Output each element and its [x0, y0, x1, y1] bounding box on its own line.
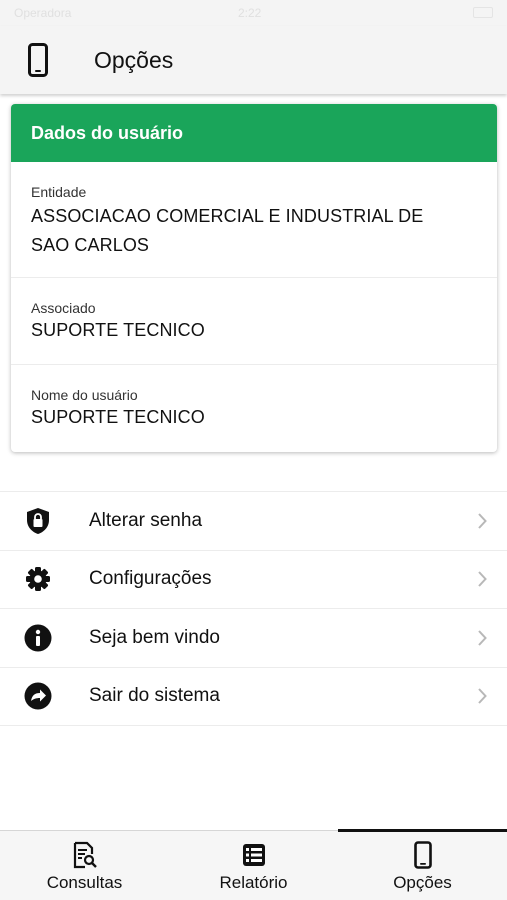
- field-label: Associado: [31, 300, 96, 316]
- field-value: SUPORTE TECNICO: [31, 320, 205, 340]
- tab-label: Consultas: [46, 873, 123, 892]
- field-value: ASSOCIACAO COMERCIAL E INDUSTRIAL DE SAO…: [31, 206, 424, 255]
- phone-icon: [413, 841, 432, 869]
- options-menu: Alterar senha Configurações Seja bem vin…: [0, 491, 507, 726]
- document-search-icon: [72, 841, 98, 869]
- menu-item-configuracoes[interactable]: Configurações: [0, 551, 507, 609]
- menu-item-label: Alterar senha: [89, 509, 203, 531]
- chevron-right-icon: [478, 571, 487, 587]
- user-data-card: Dados do usuário Entidade ASSOCIACAO COM…: [11, 104, 497, 452]
- field-associado: Associado SUPORTE TECNICO: [11, 278, 497, 365]
- tab-opcoes[interactable]: Opções: [338, 829, 507, 900]
- carrier-label: Operadora: [14, 6, 72, 20]
- field-label: Nome do usuário: [31, 387, 138, 403]
- gear-icon: [24, 565, 52, 593]
- info-icon: [24, 624, 52, 652]
- battery-icon: [473, 7, 493, 18]
- field-entidade: Entidade ASSOCIACAO COMERCIAL E INDUSTRI…: [11, 162, 497, 278]
- menu-item-label: Seja bem vindo: [89, 626, 220, 648]
- menu-item-sair-do-sistema[interactable]: Sair do sistema: [0, 668, 507, 726]
- shield-lock-icon: [24, 507, 52, 535]
- status-bar: Operadora 2:22: [0, 0, 507, 26]
- field-label: Entidade: [31, 184, 87, 200]
- chevron-right-icon: [478, 513, 487, 529]
- menu-item-alterar-senha[interactable]: Alterar senha: [0, 492, 507, 551]
- tab-label: Relatório: [219, 873, 288, 892]
- chevron-right-icon: [478, 688, 487, 704]
- field-nome-usuario: Nome do usuário SUPORTE TECNICO: [11, 365, 497, 452]
- chevron-right-icon: [478, 630, 487, 646]
- app-bar: Opções: [0, 26, 507, 94]
- field-value: SUPORTE TECNICO: [31, 407, 205, 427]
- bottom-tab-bar: Consultas Relatório Opções: [0, 829, 507, 900]
- tab-consultas[interactable]: Consultas: [0, 831, 169, 900]
- page-title: Opções: [94, 46, 174, 73]
- menu-item-label: Configurações: [89, 568, 212, 590]
- clock-label: 2:22: [238, 6, 262, 20]
- share-arrow-icon: [24, 682, 52, 710]
- tab-relatorio[interactable]: Relatório: [169, 831, 338, 900]
- menu-item-seja-bem-vindo[interactable]: Seja bem vindo: [0, 609, 507, 668]
- card-header: Dados do usuário: [11, 104, 497, 162]
- phone-icon: [26, 42, 50, 78]
- menu-item-label: Sair do sistema: [89, 685, 220, 707]
- tab-label: Opções: [393, 873, 452, 892]
- list-icon: [242, 841, 266, 869]
